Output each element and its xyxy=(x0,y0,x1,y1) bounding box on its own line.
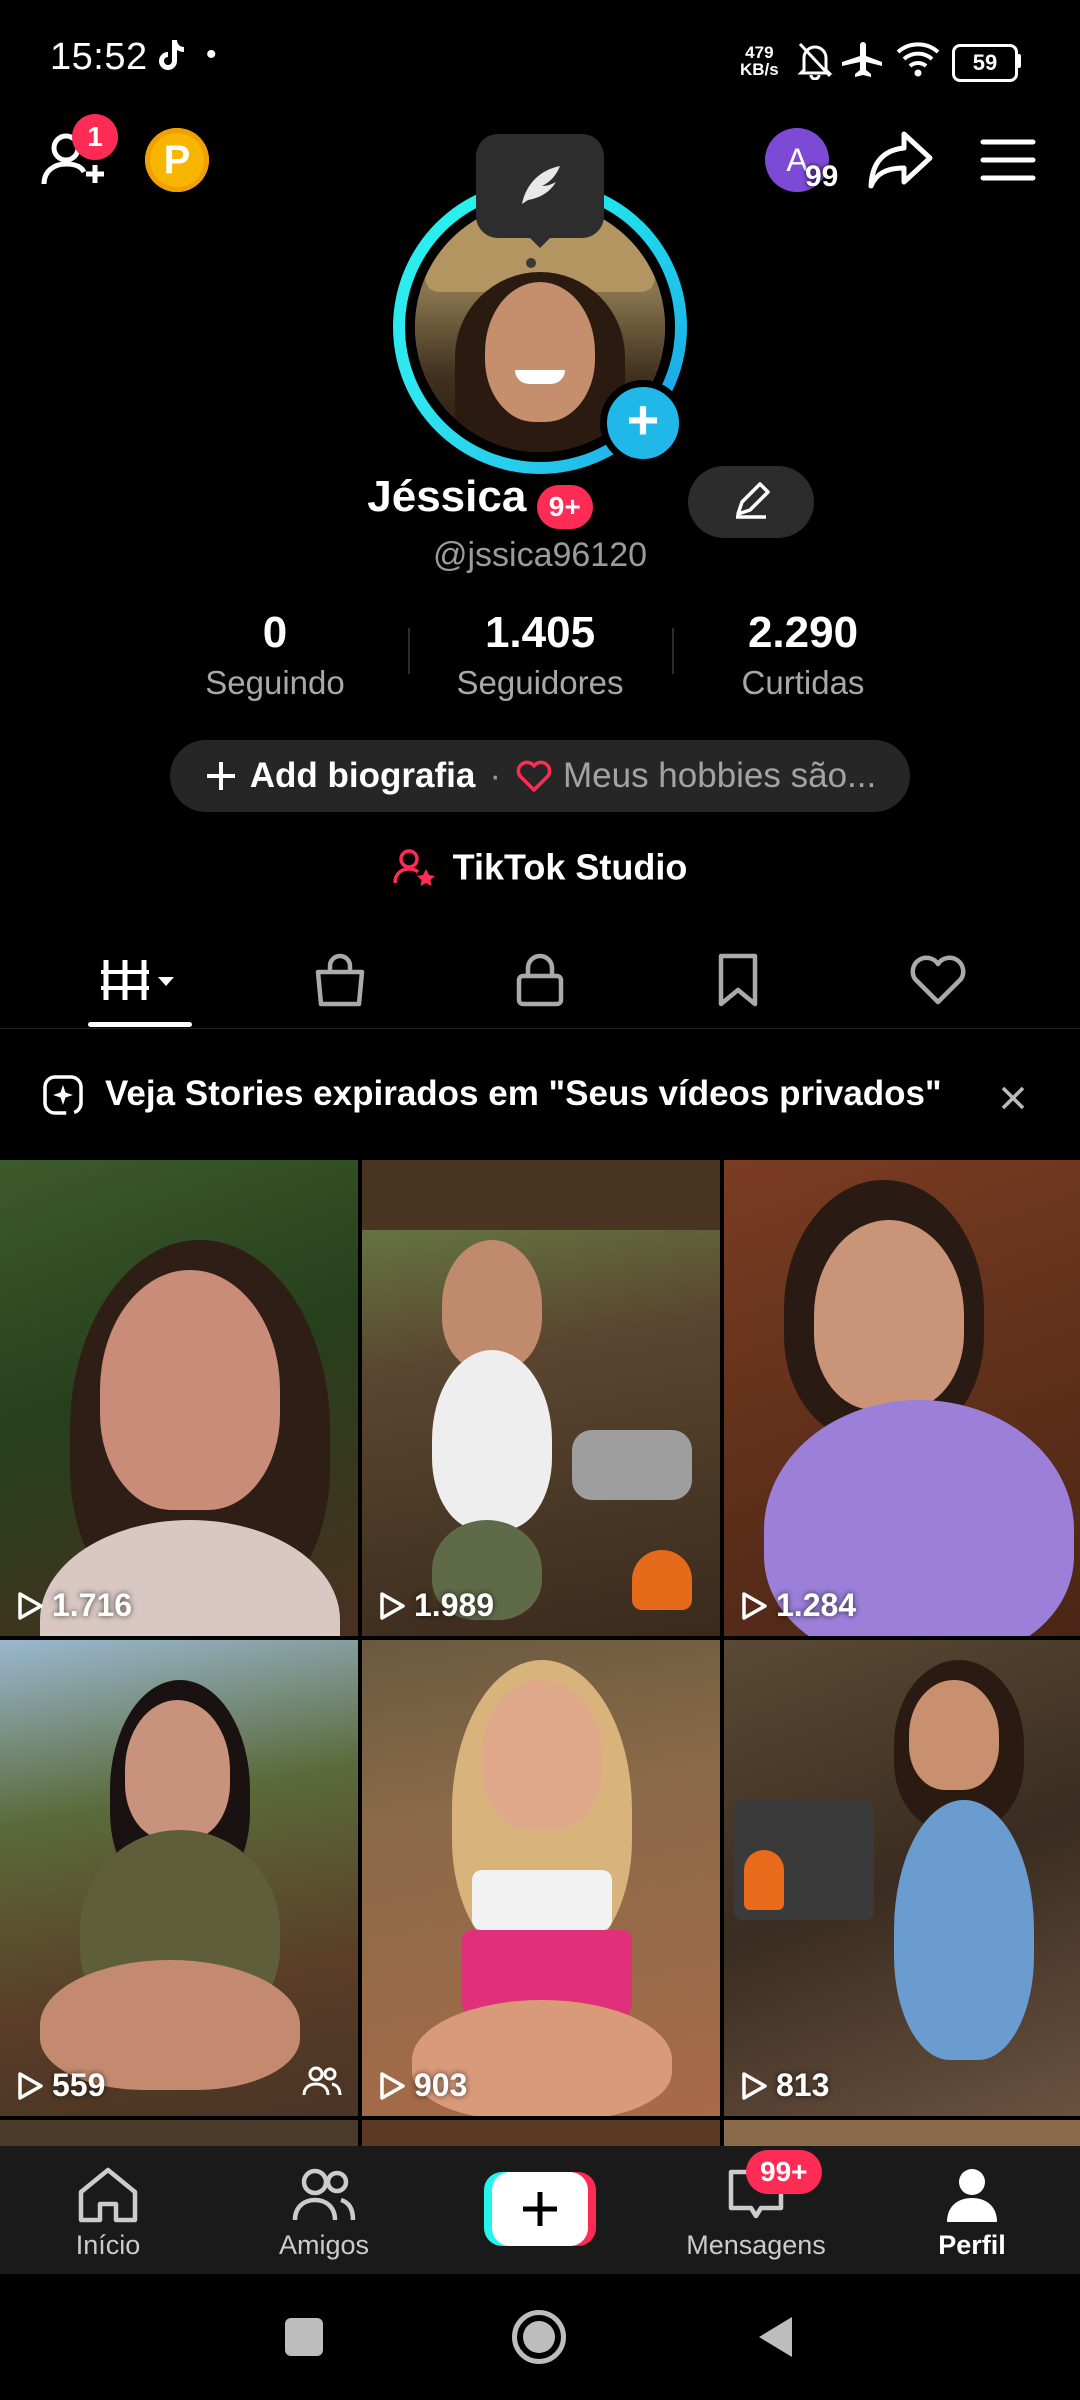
video-thumbnail[interactable]: 903 xyxy=(362,1640,720,2116)
add-friends-badge: 1 xyxy=(72,114,118,160)
add-story-button[interactable]: + xyxy=(600,380,686,466)
view-count: 559 xyxy=(16,2067,105,2104)
video-thumbnail[interactable] xyxy=(362,2120,720,2146)
creator-icon xyxy=(392,849,435,887)
video-thumbnail[interactable]: 1.716 xyxy=(0,1160,358,1636)
stat-value: 2.290 xyxy=(747,608,859,657)
system-navigation-bar xyxy=(0,2274,1080,2400)
tab-shop[interactable] xyxy=(285,940,395,1020)
profile-tabs xyxy=(0,940,1080,1030)
edit-profile-button[interactable] xyxy=(688,466,814,538)
play-icon xyxy=(18,2071,43,2100)
stat-followers[interactable]: 1.405 Seguidores xyxy=(410,608,670,702)
video-thumbnail[interactable]: 1.989 xyxy=(362,1160,720,1636)
profile-name: Jéssica xyxy=(367,472,527,521)
coin-icon[interactable]: P xyxy=(145,128,209,192)
stat-value: 1.405 xyxy=(484,608,596,657)
share-button[interactable] xyxy=(868,128,934,195)
plus-icon xyxy=(206,762,235,790)
battery-cap xyxy=(1016,54,1021,68)
video-thumbnail[interactable]: 813 xyxy=(724,1640,1080,2116)
video-thumbnail[interactable] xyxy=(724,2120,1080,2146)
bubble-dot xyxy=(526,258,536,268)
tiktok-icon xyxy=(156,38,186,81)
tiktok-studio-link[interactable]: TikTok Studio xyxy=(0,844,1080,888)
play-icon xyxy=(380,2071,405,2100)
profile-name-row: Jéssica 9+ xyxy=(0,472,1080,529)
profile-icon xyxy=(947,2169,997,2222)
lock-icon xyxy=(516,953,564,1007)
story-plus-icon xyxy=(42,1074,84,1121)
view-count: 903 xyxy=(378,2067,467,2104)
banner-text: Veja Stories expirados em "Seus vídeos p… xyxy=(105,1074,942,1113)
friends-only-icon xyxy=(302,2065,342,2102)
home-icon xyxy=(78,2167,138,2223)
friends-icon xyxy=(292,2168,356,2221)
video-thumbnail[interactable]: 559 xyxy=(0,1640,358,2116)
video-thumbnail[interactable] xyxy=(0,2120,358,2146)
bell-muted-icon xyxy=(796,40,834,85)
stat-label: Seguidores xyxy=(456,664,624,701)
battery-icon: 59 xyxy=(952,44,1018,82)
play-icon xyxy=(742,2071,767,2100)
bottom-nav: Início Amigos Mensagens Perfil xyxy=(0,2146,1080,2274)
tiktok-studio-label: TikTok Studio xyxy=(452,846,688,888)
nav-profile[interactable]: Perfil xyxy=(872,2166,1072,2261)
nav-home[interactable]: Início xyxy=(8,2166,208,2261)
plus-icon xyxy=(523,2192,557,2226)
add-bio-label: Add biografia xyxy=(249,756,476,795)
bio-hobby-suggestion: Meus hobbies são... xyxy=(562,756,877,795)
tab-videos[interactable] xyxy=(85,940,195,1020)
grid-icon xyxy=(101,960,174,1000)
add-bio-button[interactable]: Add biografia · Meus hobbies são... xyxy=(170,740,910,812)
shopping-bag-icon xyxy=(315,953,365,1007)
tab-saved[interactable] xyxy=(683,940,793,1020)
wing-icon xyxy=(514,160,566,217)
notification-dot: • xyxy=(206,38,217,71)
stat-value: 0 xyxy=(262,608,288,657)
separator-dot: · xyxy=(489,756,501,795)
stat-label: Curtidas xyxy=(741,664,865,701)
view-count: 1.716 xyxy=(16,1587,132,1624)
close-icon[interactable] xyxy=(998,1078,1028,1123)
active-tab-indicator xyxy=(88,1022,192,1027)
video-thumbnail[interactable]: 1.284 xyxy=(724,1160,1080,1636)
status-time: 15:52 xyxy=(50,36,148,78)
stat-following[interactable]: 0 Seguindo xyxy=(145,608,405,702)
stat-label: Seguindo xyxy=(205,664,345,701)
home-button-dot xyxy=(523,2321,555,2353)
network-speed: 479 KB/s xyxy=(740,43,779,79)
name-badge: 9+ xyxy=(536,484,593,529)
stat-likes[interactable]: 2.290 Curtidas xyxy=(673,608,933,702)
messages-badge: 99+ xyxy=(746,2150,822,2194)
wifi-icon xyxy=(896,40,940,83)
nav-friends[interactable]: Amigos xyxy=(224,2166,424,2261)
view-count: 813 xyxy=(740,2067,829,2104)
heart-icon xyxy=(516,760,552,792)
expired-stories-banner[interactable]: Veja Stories expirados em "Seus vídeos p… xyxy=(0,1030,1080,1160)
menu-button[interactable] xyxy=(980,138,1036,187)
tab-liked[interactable] xyxy=(883,940,993,1020)
recents-button[interactable] xyxy=(285,2318,323,2356)
profile-handle: @jssica96120 xyxy=(432,536,648,574)
play-icon xyxy=(742,1591,767,1620)
create-button[interactable] xyxy=(484,2172,596,2246)
airplane-icon xyxy=(840,40,884,85)
heart-outline-icon xyxy=(910,955,966,1005)
account-count: 99 xyxy=(805,160,839,193)
status-bar: 15:52 • 479 KB/s 59 xyxy=(0,0,1080,120)
play-icon xyxy=(18,1591,43,1620)
tab-private[interactable] xyxy=(485,940,595,1020)
back-button[interactable] xyxy=(756,2314,796,2365)
story-bubble-tail xyxy=(524,232,556,248)
view-count: 1.989 xyxy=(378,1587,494,1624)
bookmark-icon xyxy=(718,953,758,1007)
view-count: 1.284 xyxy=(740,1587,856,1624)
tab-divider xyxy=(0,1028,1080,1029)
play-icon xyxy=(380,1591,405,1620)
